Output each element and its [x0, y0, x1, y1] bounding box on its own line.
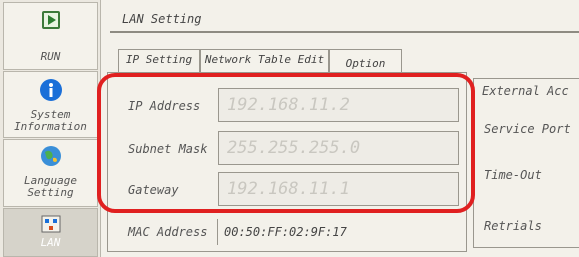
retrials-label: Retrials: [484, 219, 542, 233]
play-icon: [41, 11, 60, 29]
external-access-label: External Acc: [480, 84, 571, 98]
tab-label: IP Setting: [125, 53, 193, 66]
tab-ip-setting[interactable]: IP Setting: [118, 49, 200, 73]
tab-label: Network Table Edit: [204, 53, 325, 66]
globe-icon: [40, 146, 61, 166]
page-title: LAN Setting: [122, 12, 202, 26]
tab-label: Option: [345, 57, 386, 70]
sidebar-item-label: Language Setting: [24, 174, 77, 199]
network-icon: [41, 215, 60, 233]
sidebar-item-lan[interactable]: LAN: [3, 208, 98, 257]
mac-address-value: 00:50:FF:02:9F:17: [217, 219, 465, 245]
highlight-outline: [97, 73, 475, 213]
sidebar-item-label: LAN: [40, 236, 61, 249]
time-out-label: Time-Out: [484, 168, 542, 182]
info-icon: [39, 79, 62, 101]
sidebar-item-system-information[interactable]: System Information: [3, 71, 98, 138]
sidebar-item-language-setting[interactable]: Language Setting: [3, 139, 98, 207]
sidebar-item-label: System Information: [14, 108, 87, 133]
page-header: LAN Setting: [110, 5, 579, 33]
service-port-label: Service Port: [484, 122, 571, 136]
tab-option[interactable]: Option: [329, 49, 402, 73]
mac-address-label: MAC Address: [128, 225, 208, 239]
sidebar: RUN System Information Language Setting …: [0, 0, 101, 257]
sidebar-item-run[interactable]: RUN: [3, 2, 98, 70]
tab-network-table-edit[interactable]: Network Table Edit: [200, 49, 329, 73]
sidebar-item-label: RUN: [40, 50, 61, 63]
